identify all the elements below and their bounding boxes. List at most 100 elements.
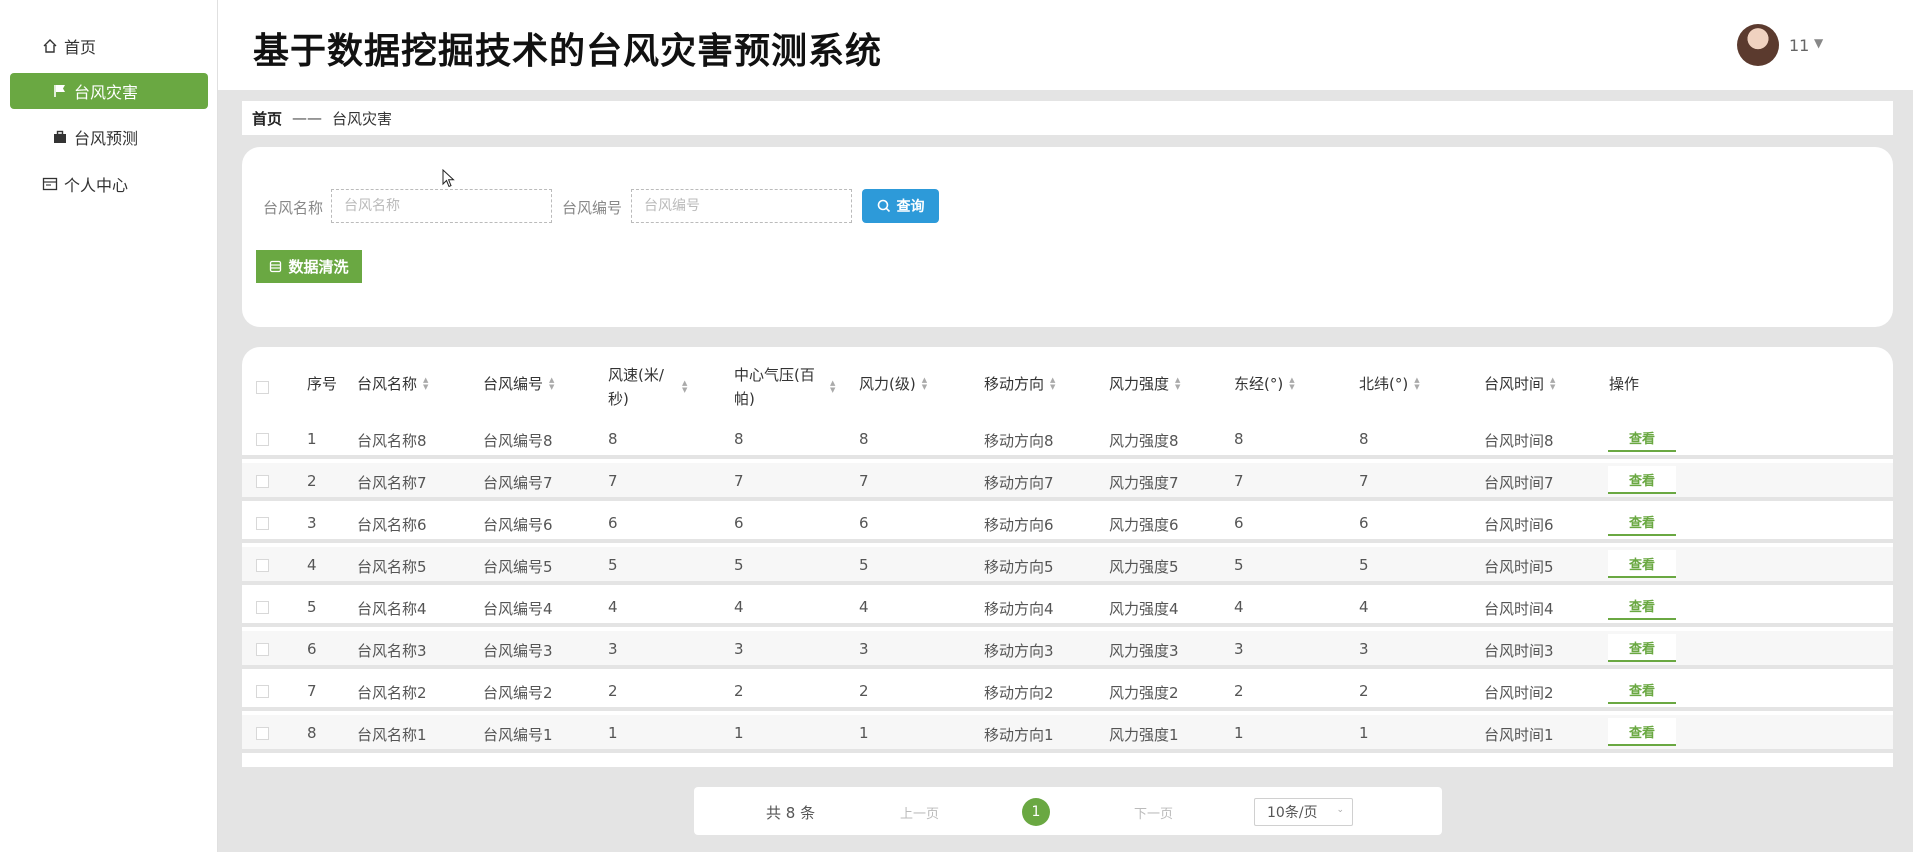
table-row[interactable]: 8 台风名称1 台风编号1 1 1 1 移动方向1 风力强度1 1 1 台风时间1 查看 bbox=[242, 715, 1893, 753]
view-button[interactable]: 查看 bbox=[1608, 592, 1676, 620]
cell-name: 台风名称1 bbox=[357, 726, 427, 744]
prev-page-button[interactable]: 上一页 bbox=[900, 803, 939, 822]
cell-lat: 7 bbox=[1359, 472, 1369, 490]
sidebar-item-typhoon-prediction[interactable]: 台风预测 bbox=[10, 119, 208, 155]
sort-icon[interactable]: ▲ ▼ bbox=[1050, 376, 1055, 391]
cell-pressure: 7 bbox=[734, 472, 744, 490]
column-header-force[interactable]: 风力(级) ▲ ▼ bbox=[859, 373, 927, 394]
sidebar-item-typhoon-disaster[interactable]: 台风灾害 bbox=[10, 73, 208, 109]
cell-strength: 风力强度2 bbox=[1109, 684, 1179, 702]
table-row[interactable]: 5 台风名称4 台风编号4 4 4 4 移动方向4 风力强度4 4 4 台风时间4 查看 bbox=[242, 589, 1893, 627]
column-header-code[interactable]: 台风编号 ▲ ▼ bbox=[483, 373, 554, 394]
cell-force: 8 bbox=[859, 430, 869, 448]
caret-down-icon[interactable]: ▼ bbox=[1814, 36, 1823, 50]
cell-lat: 2 bbox=[1359, 682, 1369, 700]
sidebar-item-personal-center[interactable]: 个人中心 bbox=[10, 166, 208, 202]
column-header-direction[interactable]: 移动方向 ▲ ▼ bbox=[984, 373, 1055, 394]
cell-idx: 1 bbox=[307, 430, 317, 448]
cell-idx: 2 bbox=[307, 472, 317, 490]
cell-direction: 移动方向3 bbox=[984, 642, 1054, 660]
search-button[interactable]: 查询 bbox=[862, 189, 939, 223]
user-name[interactable]: 11 bbox=[1789, 36, 1809, 55]
row-checkbox[interactable] bbox=[256, 475, 269, 488]
column-header-longitude[interactable]: 东经(°) ▲ ▼ bbox=[1234, 373, 1295, 394]
table-row[interactable]: 2 台风名称7 台风编号7 7 7 7 移动方向7 风力强度7 7 7 台风时间7 查看 bbox=[242, 463, 1893, 501]
data-clean-button[interactable]: 数据清洗 bbox=[256, 250, 362, 283]
column-header-time[interactable]: 台风时间 ▲ ▼ bbox=[1484, 373, 1555, 394]
search-button-label: 查询 bbox=[896, 199, 925, 215]
sidebar-item-label: 台风预测 bbox=[74, 129, 139, 148]
view-button[interactable]: 查看 bbox=[1608, 550, 1676, 578]
cell-idx: 7 bbox=[307, 682, 317, 700]
sort-icon[interactable]: ▲ ▼ bbox=[1550, 376, 1555, 391]
cell-pressure: 4 bbox=[734, 598, 744, 616]
cell-lon: 7 bbox=[1234, 472, 1244, 490]
sort-icon[interactable]: ▲ ▼ bbox=[1289, 376, 1294, 391]
sidebar: 首页 台风灾害 台风预测 个人中心 bbox=[0, 0, 218, 852]
sort-icon[interactable]: ▲ ▼ bbox=[922, 376, 927, 391]
table-row[interactable]: 3 台风名称6 台风编号6 6 6 6 移动方向6 风力强度6 6 6 台风时间6 查看 bbox=[242, 505, 1893, 543]
row-checkbox[interactable] bbox=[256, 559, 269, 572]
sort-icon[interactable]: ▲ ▼ bbox=[682, 380, 687, 394]
cell-code: 台风编号1 bbox=[483, 726, 553, 744]
view-button[interactable]: 查看 bbox=[1608, 634, 1676, 662]
view-button[interactable]: 查看 bbox=[1608, 676, 1676, 704]
row-checkbox[interactable] bbox=[256, 643, 269, 656]
sidebar-item-label: 首页 bbox=[64, 38, 97, 57]
page-size-select[interactable]: 10条/页 ⌄ bbox=[1254, 798, 1353, 826]
cell-code: 台风编号4 bbox=[483, 600, 553, 618]
search-panel: 台风名称 台风编号 查询 数据清洗 bbox=[242, 147, 1893, 327]
column-header-speed[interactable]: 风速(米/秒) ▲ ▼ bbox=[608, 363, 708, 411]
view-button[interactable]: 查看 bbox=[1608, 466, 1676, 494]
next-page-button[interactable]: 下一页 bbox=[1134, 803, 1173, 822]
cell-time: 台风时间7 bbox=[1484, 474, 1554, 492]
breadcrumb-home[interactable]: 首页 bbox=[252, 108, 282, 129]
cell-speed: 4 bbox=[608, 598, 618, 616]
cell-time: 台风时间2 bbox=[1484, 684, 1554, 702]
table-row[interactable]: 6 台风名称3 台风编号3 3 3 3 移动方向3 风力强度3 3 3 台风时间3 查看 bbox=[242, 631, 1893, 669]
sort-icon[interactable]: ▲ ▼ bbox=[830, 380, 835, 394]
cell-time: 台风时间4 bbox=[1484, 600, 1554, 618]
breadcrumb-separator: —— bbox=[292, 109, 323, 127]
table-row[interactable]: 7 台风名称2 台风编号2 2 2 2 移动方向2 风力强度2 2 2 台风时间2 查看 bbox=[242, 673, 1893, 711]
data-clean-button-label: 数据清洗 bbox=[288, 258, 349, 276]
column-header-pressure[interactable]: 中心气压(百帕) ▲ ▼ bbox=[734, 363, 844, 411]
typhoon-code-input[interactable] bbox=[631, 189, 852, 223]
column-header-name[interactable]: 台风名称 ▲ ▼ bbox=[357, 373, 428, 394]
column-header-latitude[interactable]: 北纬(°) ▲ ▼ bbox=[1359, 373, 1420, 394]
cell-force: 2 bbox=[859, 682, 869, 700]
cell-lon: 4 bbox=[1234, 598, 1244, 616]
row-checkbox[interactable] bbox=[256, 601, 269, 614]
user-avatar[interactable] bbox=[1737, 24, 1779, 66]
sort-icon[interactable]: ▲ ▼ bbox=[423, 376, 428, 391]
cell-lat: 1 bbox=[1359, 724, 1369, 742]
table-row[interactable]: 4 台风名称5 台风编号5 5 5 5 移动方向5 风力强度5 5 5 台风时间5 查看 bbox=[242, 547, 1893, 585]
page-number-current[interactable]: 1 bbox=[1022, 798, 1050, 826]
cell-lat: 3 bbox=[1359, 640, 1369, 658]
cell-lon: 3 bbox=[1234, 640, 1244, 658]
row-checkbox[interactable] bbox=[256, 727, 269, 740]
cell-time: 台风时间1 bbox=[1484, 726, 1554, 744]
column-header-label: 台风编号 bbox=[483, 375, 544, 393]
sort-icon[interactable]: ▲ ▼ bbox=[549, 376, 554, 391]
column-header-label: 风速(米/秒) bbox=[608, 366, 664, 408]
view-button[interactable]: 查看 bbox=[1608, 424, 1676, 452]
table-header: 序号 台风名称 ▲ ▼ 台风编号 ▲ ▼ 风速(米/秒) ▲ ▼ 中心气压(百帕) ▲ ▼ 风力… bbox=[242, 347, 1893, 419]
sidebar-item-home[interactable]: 首页 bbox=[10, 28, 208, 64]
typhoon-name-input[interactable] bbox=[331, 189, 552, 223]
cell-name: 台风名称6 bbox=[357, 516, 427, 534]
column-header-strength[interactable]: 风力强度 ▲ ▼ bbox=[1109, 373, 1180, 394]
view-button[interactable]: 查看 bbox=[1608, 718, 1676, 746]
sort-icon[interactable]: ▲ ▼ bbox=[1414, 376, 1419, 391]
select-all-checkbox[interactable] bbox=[256, 381, 269, 394]
sort-icon[interactable]: ▲ ▼ bbox=[1175, 376, 1180, 391]
row-checkbox[interactable] bbox=[256, 433, 269, 446]
column-header-label: 台风时间 bbox=[1484, 375, 1545, 393]
row-checkbox[interactable] bbox=[256, 517, 269, 530]
cell-code: 台风编号8 bbox=[483, 432, 553, 450]
table-row[interactable]: 1 台风名称8 台风编号8 8 8 8 移动方向8 风力强度8 8 8 台风时间8 查看 bbox=[242, 421, 1893, 459]
row-checkbox[interactable] bbox=[256, 685, 269, 698]
view-button[interactable]: 查看 bbox=[1608, 508, 1676, 536]
cell-speed: 7 bbox=[608, 472, 618, 490]
cell-speed: 2 bbox=[608, 682, 618, 700]
